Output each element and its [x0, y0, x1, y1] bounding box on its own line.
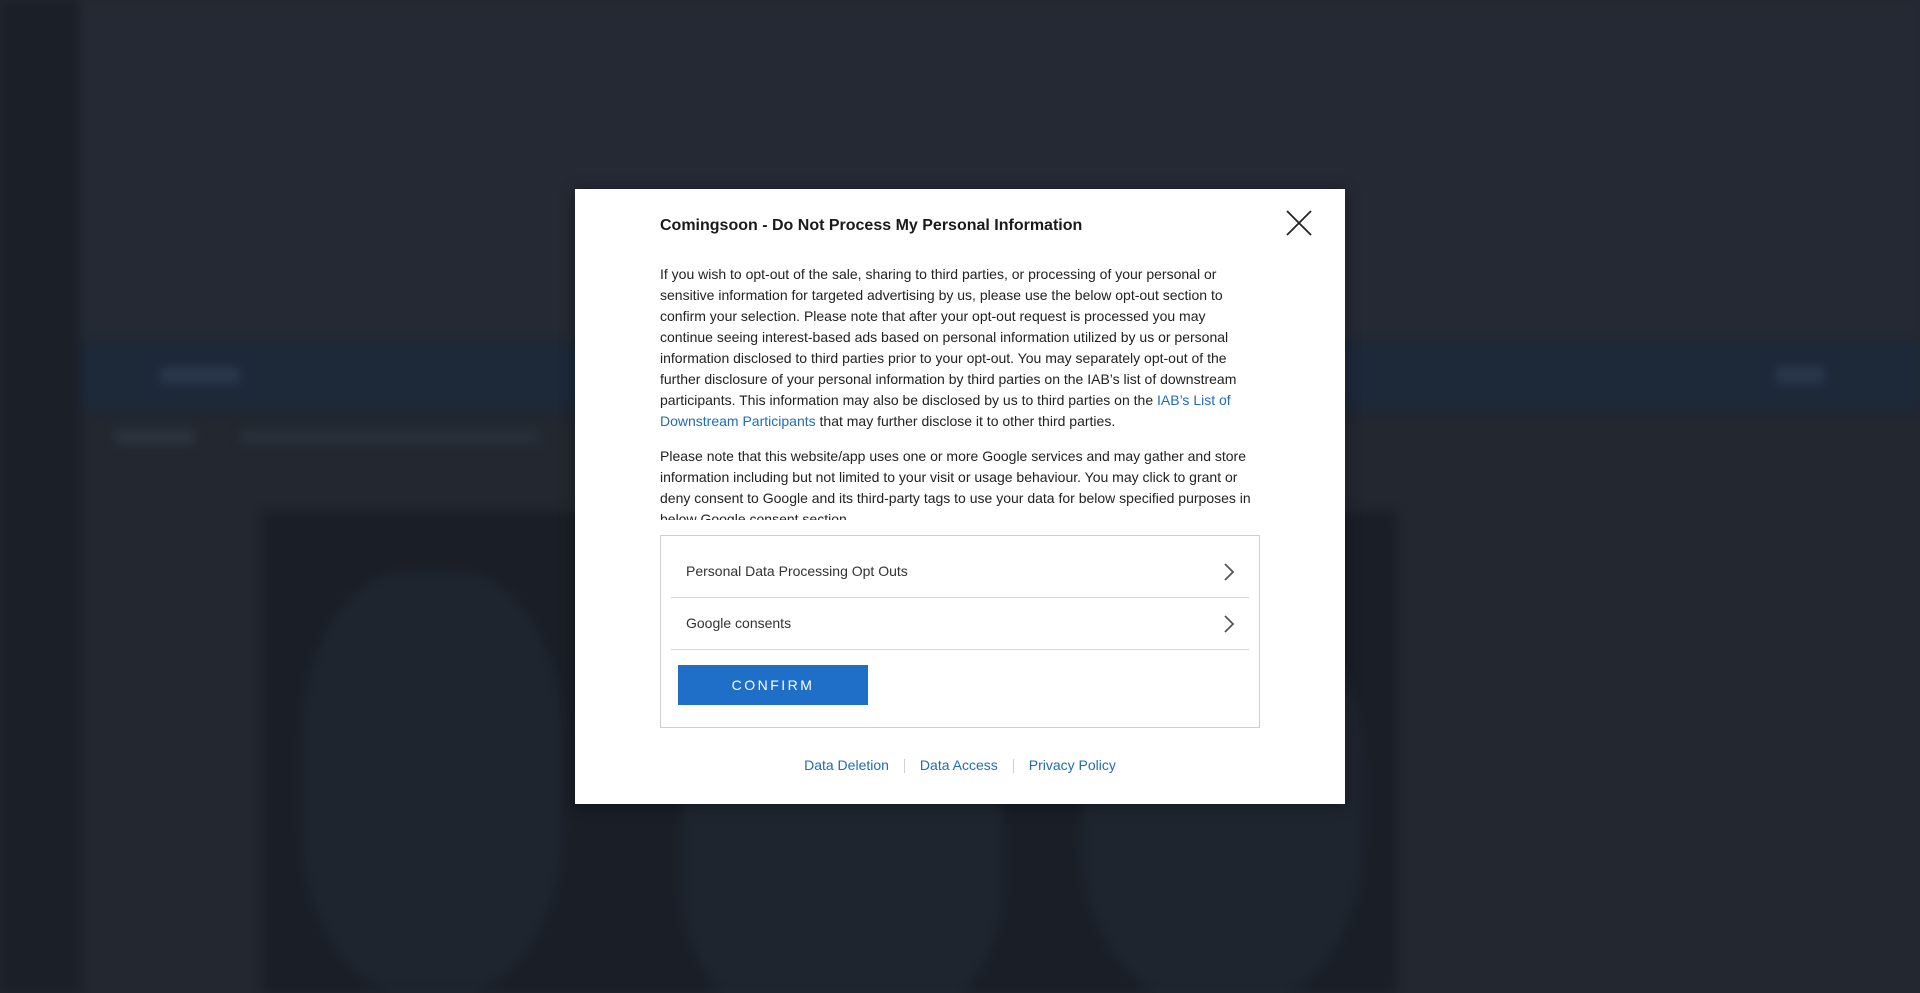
option-personal-data-opt-outs[interactable]: Personal Data Processing Opt Outs: [671, 546, 1249, 598]
chevron-right-icon: [1223, 562, 1235, 587]
description-paragraph: If you wish to opt-out of the sale, shar…: [660, 266, 1237, 429]
option-label: Personal Data Processing Opt Outs: [686, 563, 908, 579]
data-deletion-link[interactable]: Data Deletion: [789, 757, 904, 773]
consent-options-panel: Personal Data Processing Opt Outs Google…: [660, 535, 1260, 728]
option-label: Google consents: [686, 615, 792, 631]
close-icon[interactable]: [1283, 207, 1315, 239]
privacy-policy-link[interactable]: Privacy Policy: [1014, 757, 1131, 773]
dialog-title: Comingsoon - Do Not Process My Personal …: [660, 217, 1083, 234]
dialog-description[interactable]: If you wish to opt-out of the sale, shar…: [660, 264, 1260, 520]
privacy-opt-out-dialog: Comingsoon - Do Not Process My Personal …: [575, 189, 1345, 804]
dialog-footer-links: Data Deletion Data Access Privacy Policy: [575, 757, 1345, 774]
data-access-link[interactable]: Data Access: [905, 757, 1013, 773]
option-google-consents[interactable]: Google consents: [671, 598, 1249, 650]
confirm-button[interactable]: CONFIRM: [678, 665, 868, 705]
google-services-paragraph: Please note that this website/app uses o…: [660, 448, 1251, 520]
chevron-right-icon: [1223, 614, 1235, 639]
